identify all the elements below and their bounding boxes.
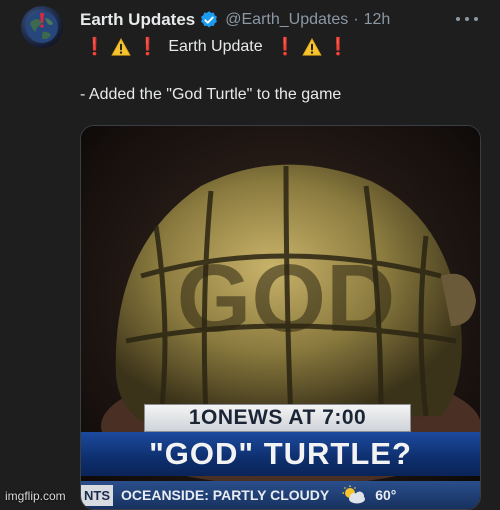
news-headline-small: 1ONEWS AT 7:00 [144, 404, 411, 432]
shell-god-text: GOD [177, 245, 396, 352]
tweet-text-line-1: ❗ ❗ Earth Update ❗ ❗ [80, 35, 353, 59]
exclamation-icon: ❗ [274, 37, 296, 56]
warning-icon [302, 38, 322, 56]
author-handle[interactable]: @Earth_Updates [225, 11, 348, 29]
exclamation-icon: ❗ [327, 37, 349, 56]
news-headline-main: "GOD" TURTLE? [81, 432, 480, 476]
avatar[interactable] [21, 6, 63, 48]
tweet: Earth Updates @Earth_Updates · 12h ❗ ❗ E… [0, 0, 500, 510]
tweet-media[interactable]: GOD 1ONEWS AT 7:00 "GOD" TURTLE? NTS OCE… [80, 125, 481, 510]
news-lower-third: 1ONEWS AT 7:00 "GOD" TURTLE? NTS OCEANSI… [81, 400, 480, 509]
tweet-text-line-2: - Added the "God Turtle" to the game [80, 86, 342, 103]
watermark: imgflip.com [5, 489, 66, 503]
tweet-title: Earth Update [168, 38, 263, 55]
ticker-cut-label: NTS [81, 484, 113, 506]
separator-dot: · [353, 11, 359, 28]
verified-badge-icon [201, 11, 218, 28]
partly-cloudy-icon [342, 485, 366, 504]
ticker-text: OCEANSIDE: PARTLY CLOUDY [121, 487, 330, 503]
earth-avatar-icon [26, 11, 58, 43]
tweet-header: Earth Updates @Earth_Updates · 12h [80, 9, 390, 31]
more-options-icon[interactable] [456, 12, 478, 26]
warning-icon [111, 38, 131, 56]
exclamation-icon: ❗ [84, 37, 106, 56]
exclamation-icon: ❗ [137, 37, 159, 56]
timestamp[interactable]: 12h [364, 11, 391, 29]
ticker-temperature: 60° [375, 487, 397, 503]
author-name[interactable]: Earth Updates [80, 10, 195, 30]
news-ticker: NTS OCEANSIDE: PARTLY CLOUDY 60° [81, 481, 480, 509]
news-headline-text: "GOD" TURTLE? [149, 436, 412, 471]
